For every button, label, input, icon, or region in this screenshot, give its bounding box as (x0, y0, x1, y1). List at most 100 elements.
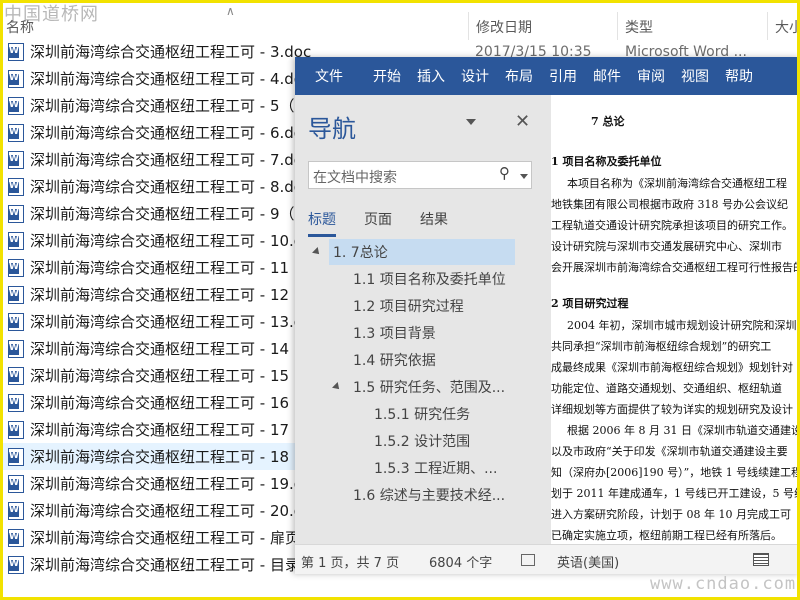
ribbon-tab[interactable]: 邮件 (585, 66, 629, 86)
doc-text-line: 本项目名称为《深圳前海湾综合交通枢纽工程 (567, 177, 787, 190)
column-header-size[interactable]: 大小 (775, 17, 800, 37)
heading-item[interactable]: 1.1 项目名称及委托单位 (349, 266, 506, 292)
heading-item[interactable]: 1.4 研究依据 (349, 347, 436, 373)
heading-item[interactable]: 1.5.3 工程近期、... (370, 455, 497, 481)
heading-item[interactable]: 1.5.1 研究任务 (370, 401, 470, 427)
word-doc-icon: W (8, 177, 24, 196)
file-name: 深圳前海湾综合交通枢纽工程工可 - 14 (30, 340, 290, 358)
search-input[interactable]: 在文档中搜索 ⚲ (308, 161, 532, 189)
column-divider[interactable] (617, 12, 618, 40)
file-name: 深圳前海湾综合交通枢纽工程工可 - 16 (30, 394, 290, 412)
chevron-down-icon[interactable] (520, 174, 528, 179)
doc-text-line: 2004 年初，深圳市城市规划设计研究院和深圳 (567, 319, 797, 332)
search-placeholder: 在文档中搜索 (313, 170, 397, 186)
word-doc-icon: W (8, 393, 24, 412)
doc-heading: 7 总论 (591, 115, 625, 128)
nav-tab[interactable]: 标题 (308, 209, 336, 237)
word-doc-icon: W (8, 231, 24, 250)
doc-text-line: 地铁集团有限公司根据市政府 318 号办公会议纪 (551, 198, 788, 211)
word-count[interactable]: 6804 个字 (429, 552, 492, 571)
file-name: 深圳前海湾综合交通枢纽工程工可 - 4.doc (30, 70, 312, 88)
doc-text-line: 知（深府办[2006]190 号）”，地铁 1 号线续建工程设 (551, 466, 800, 479)
doc-text-line: 共同承担“深圳市前海枢纽综合规划”的研究工 (551, 340, 772, 353)
file-name: 深圳前海湾综合交通枢纽工程工可 - 9（ (30, 205, 295, 223)
file-name: 深圳前海湾综合交通枢纽工程工可 - 7.doc (30, 151, 312, 169)
doc-text-line: 已确定实施立项，枢纽前期工程已经有所落后。 (551, 529, 782, 542)
doc-heading: 2 项目研究过程 (551, 297, 629, 310)
word-doc-icon: W (8, 150, 24, 169)
doc-text-line: 工程轨道交通设计研究院承担该项目的研究工作。 (551, 219, 793, 232)
ribbon-tab[interactable]: 开始 (365, 66, 409, 86)
ribbon-tab[interactable]: 文件 (295, 66, 365, 86)
doc-text-line: 成最终成果《深圳市前海枢纽综合规划》规划针对 (551, 361, 793, 374)
word-doc-icon: W (8, 555, 24, 574)
watermark-bottom: www.cndao.com (650, 574, 797, 594)
nav-pane-title: 导航 (308, 115, 356, 143)
read-mode-icon[interactable] (753, 553, 769, 566)
file-name: 深圳前海湾综合交通枢纽工程工可 - 17 (30, 421, 290, 439)
page-count[interactable]: 第 1 页，共 7 页 (301, 552, 399, 571)
status-bar: 第 1 页，共 7 页 6804 个字 英语(美国) (295, 544, 800, 574)
ribbon-tab[interactable]: 视图 (673, 66, 717, 86)
heading-item[interactable]: 1. 7总论 (329, 239, 515, 265)
word-doc-icon: W (8, 204, 24, 223)
heading-item[interactable]: 1.2 项目研究过程 (349, 293, 464, 319)
doc-text-line: 功能定位、道路交通规划、交通组织、枢纽轨道 (551, 382, 782, 395)
file-name: 深圳前海湾综合交通枢纽工程工可 - 11 (30, 259, 290, 277)
column-header-date[interactable]: 修改日期 (476, 17, 532, 37)
word-doc-icon: W (8, 528, 24, 547)
file-name: 深圳前海湾综合交通枢纽工程工可 - 19.doc (30, 475, 321, 493)
ribbon-tab[interactable]: 布局 (497, 66, 541, 86)
column-header-name[interactable]: 名称 (6, 17, 34, 37)
word-doc-icon: W (8, 501, 24, 520)
file-name: 深圳前海湾综合交通枢纽工程工可 - 13.doc (30, 313, 321, 331)
column-divider[interactable] (468, 12, 469, 40)
nav-tabs: 标题 页面 结果 (308, 209, 476, 237)
heading-item[interactable]: 1.6 综述与主要技术经... (349, 482, 505, 508)
word-window: 文件 开始 插入 设计 布局 引用 邮件 审阅 视图 帮助 导航 ✕ 在文档中搜索 ⚲ 标题 页面结… (295, 57, 800, 574)
doc-text-line: 会开展深圳市前海湾综合交通枢纽工程可行性报告的 (551, 261, 800, 274)
heading-item[interactable]: 1.5 研究任务、范围及... (349, 374, 505, 400)
document-page[interactable]: 7 总论 1 项目名称及委托单位本项目名称为《深圳前海湾综合交通枢纽工程地铁集团有… (551, 95, 800, 544)
word-doc-icon: W (8, 339, 24, 358)
word-doc-icon: W (8, 474, 24, 493)
ribbon-tab[interactable]: 引用 (541, 66, 585, 86)
ribbon-tab[interactable]: 审阅 (629, 66, 673, 86)
file-name: 深圳前海湾综合交通枢纽工程工可 - 目录 (30, 556, 300, 574)
proofing-icon[interactable] (521, 554, 535, 566)
sort-up-icon[interactable]: ∧ (226, 4, 235, 18)
word-doc-icon: W (8, 258, 24, 277)
word-doc-icon: W (8, 312, 24, 331)
heading-item[interactable]: 1.3 项目背景 (349, 320, 436, 346)
word-doc-icon: W (8, 42, 24, 61)
column-header-type[interactable]: 类型 (625, 17, 653, 37)
doc-text-line: 以及市政府“关于印发《深圳市轨道交通建设主要 (551, 445, 788, 458)
nav-tab[interactable]: 页面 (364, 209, 392, 237)
doc-text-line: 划于 2011 年建成通车，1 号线已开工建设，5 号线 (551, 487, 800, 500)
word-doc-icon: W (8, 420, 24, 439)
file-name: 深圳前海湾综合交通枢纽工程工可 - 扉页 (30, 529, 300, 547)
word-doc-icon: W (8, 366, 24, 385)
collapse-icon[interactable] (332, 382, 342, 392)
nav-tab[interactable]: 结果 (420, 209, 448, 237)
ribbon-tabs: 文件 开始 插入 设计 布局 引用 邮件 审阅 视图 帮助 (295, 57, 800, 95)
file-name: 深圳前海湾综合交通枢纽工程工可 - 20.doc (30, 502, 321, 520)
chevron-down-icon[interactable] (466, 119, 476, 125)
file-name: 深圳前海湾综合交通枢纽工程工可 - 15 (30, 367, 290, 385)
file-name: 深圳前海湾综合交通枢纽工程工可 - 8.doc (30, 178, 312, 196)
search-icon[interactable]: ⚲ (499, 164, 510, 182)
ribbon-tab[interactable]: 设计 (453, 66, 497, 86)
navigation-pane: 导航 ✕ 在文档中搜索 ⚲ 标题 页面 结果 1. 7总论 1.1 项目名称及委托单位… (295, 95, 551, 544)
file-name: 深圳前海湾综合交通枢纽工程工可 - 12 (30, 286, 290, 304)
close-icon[interactable]: ✕ (515, 111, 530, 132)
word-doc-icon: W (8, 69, 24, 88)
column-divider[interactable] (767, 12, 768, 40)
language-indicator[interactable]: 英语(美国) (557, 552, 619, 571)
collapse-icon[interactable] (312, 247, 322, 257)
ribbon-tab[interactable]: 插入 (409, 66, 453, 86)
doc-text-line: 进入方案研究阶段，计划于 08 年 10 月完成工可 (551, 508, 791, 521)
ribbon-tab[interactable]: 帮助 (717, 66, 761, 86)
heading-item[interactable]: 1.5.2 设计范围 (370, 428, 470, 454)
word-doc-icon: W (8, 96, 24, 115)
doc-heading: 1 项目名称及委托单位 (551, 155, 662, 168)
